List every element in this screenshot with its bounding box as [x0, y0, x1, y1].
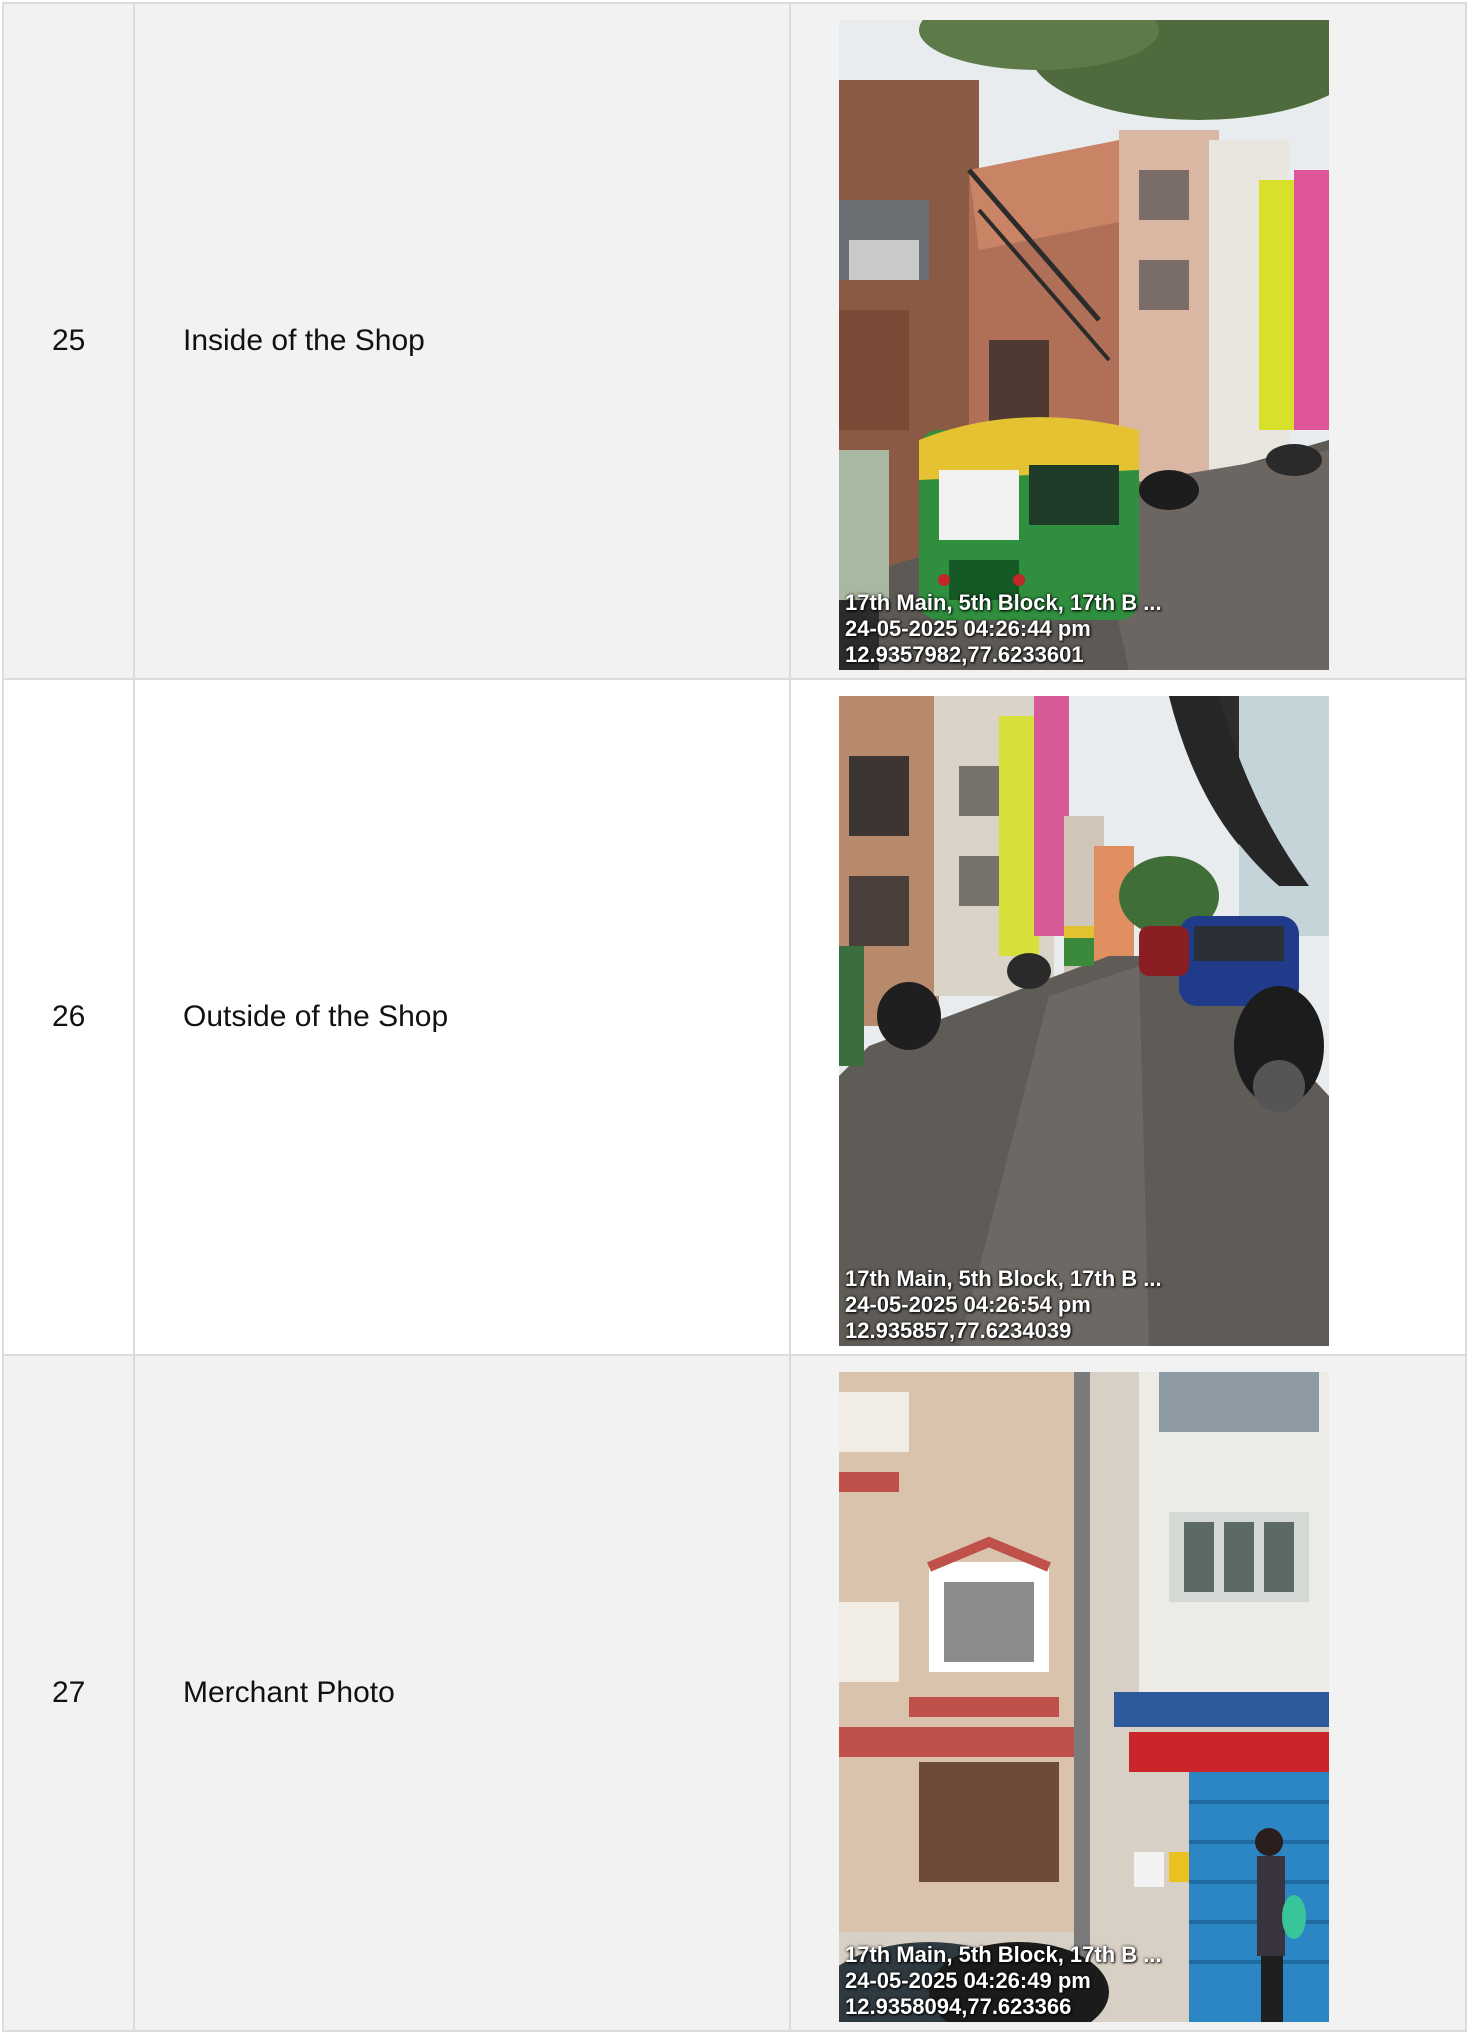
row-label: Inside of the Shop — [133, 2, 791, 680]
photo-table: 25 Inside of the Shop 17th Main, 5th Blo… — [2, 2, 1467, 2032]
photo-cell: 17th Main, 5th Block, 17th B ... 24-05-2… — [789, 678, 1467, 1356]
geotag-datetime: 24-05-2025 04:26:44 pm — [845, 616, 1091, 641]
table-row: 27 Merchant Photo 17th Main, 5th Block, … — [2, 1354, 1467, 2032]
photo-cell: 17th Main, 5th Block, 17th B ... 24-05-2… — [789, 2, 1467, 680]
geotag-address: 17th Main, 5th Block, 17th B ... — [845, 590, 1162, 615]
row-label: Outside of the Shop — [133, 678, 791, 1356]
geotag-datetime: 24-05-2025 04:26:54 pm — [845, 1292, 1091, 1317]
geotag-coordinates: 12.9357982,77.6233601 — [845, 642, 1084, 667]
table-row: 25 Inside of the Shop 17th Main, 5th Blo… — [2, 2, 1467, 680]
geotag-coordinates: 12.9358094,77.623366 — [845, 1994, 1072, 2019]
photo-cell: 17th Main, 5th Block, 17th B ... 24-05-2… — [789, 1354, 1467, 2032]
geotag-address: 17th Main, 5th Block, 17th B ... — [845, 1266, 1162, 1291]
street-view-image — [839, 696, 1329, 1346]
geotag-coordinates: 12.935857,77.6234039 — [845, 1318, 1072, 1343]
merchant-photo: 17th Main, 5th Block, 17th B ... 24-05-2… — [839, 1372, 1329, 2022]
table-row: 26 Outside of the Shop 17th Main, 5th Bl… — [2, 678, 1467, 1356]
row-number: 27 — [2, 1354, 135, 2032]
street-building-image — [839, 20, 1329, 670]
row-label: Merchant Photo — [133, 1354, 791, 2032]
geotag-address: 17th Main, 5th Block, 17th B ... — [845, 1942, 1162, 1967]
geotag-overlay: 17th Main, 5th Block, 17th B ... 24-05-2… — [845, 590, 1162, 668]
row-number: 26 — [2, 678, 135, 1356]
merchant-storefront-image — [839, 1372, 1329, 2022]
row-number: 25 — [2, 2, 135, 680]
shop-inside-photo: 17th Main, 5th Block, 17th B ... 24-05-2… — [839, 20, 1329, 670]
geotag-datetime: 24-05-2025 04:26:49 pm — [845, 1968, 1091, 1993]
geotag-overlay: 17th Main, 5th Block, 17th B ... 24-05-2… — [845, 1942, 1162, 2020]
shop-outside-photo: 17th Main, 5th Block, 17th B ... 24-05-2… — [839, 696, 1329, 1346]
geotag-overlay: 17th Main, 5th Block, 17th B ... 24-05-2… — [845, 1266, 1162, 1344]
